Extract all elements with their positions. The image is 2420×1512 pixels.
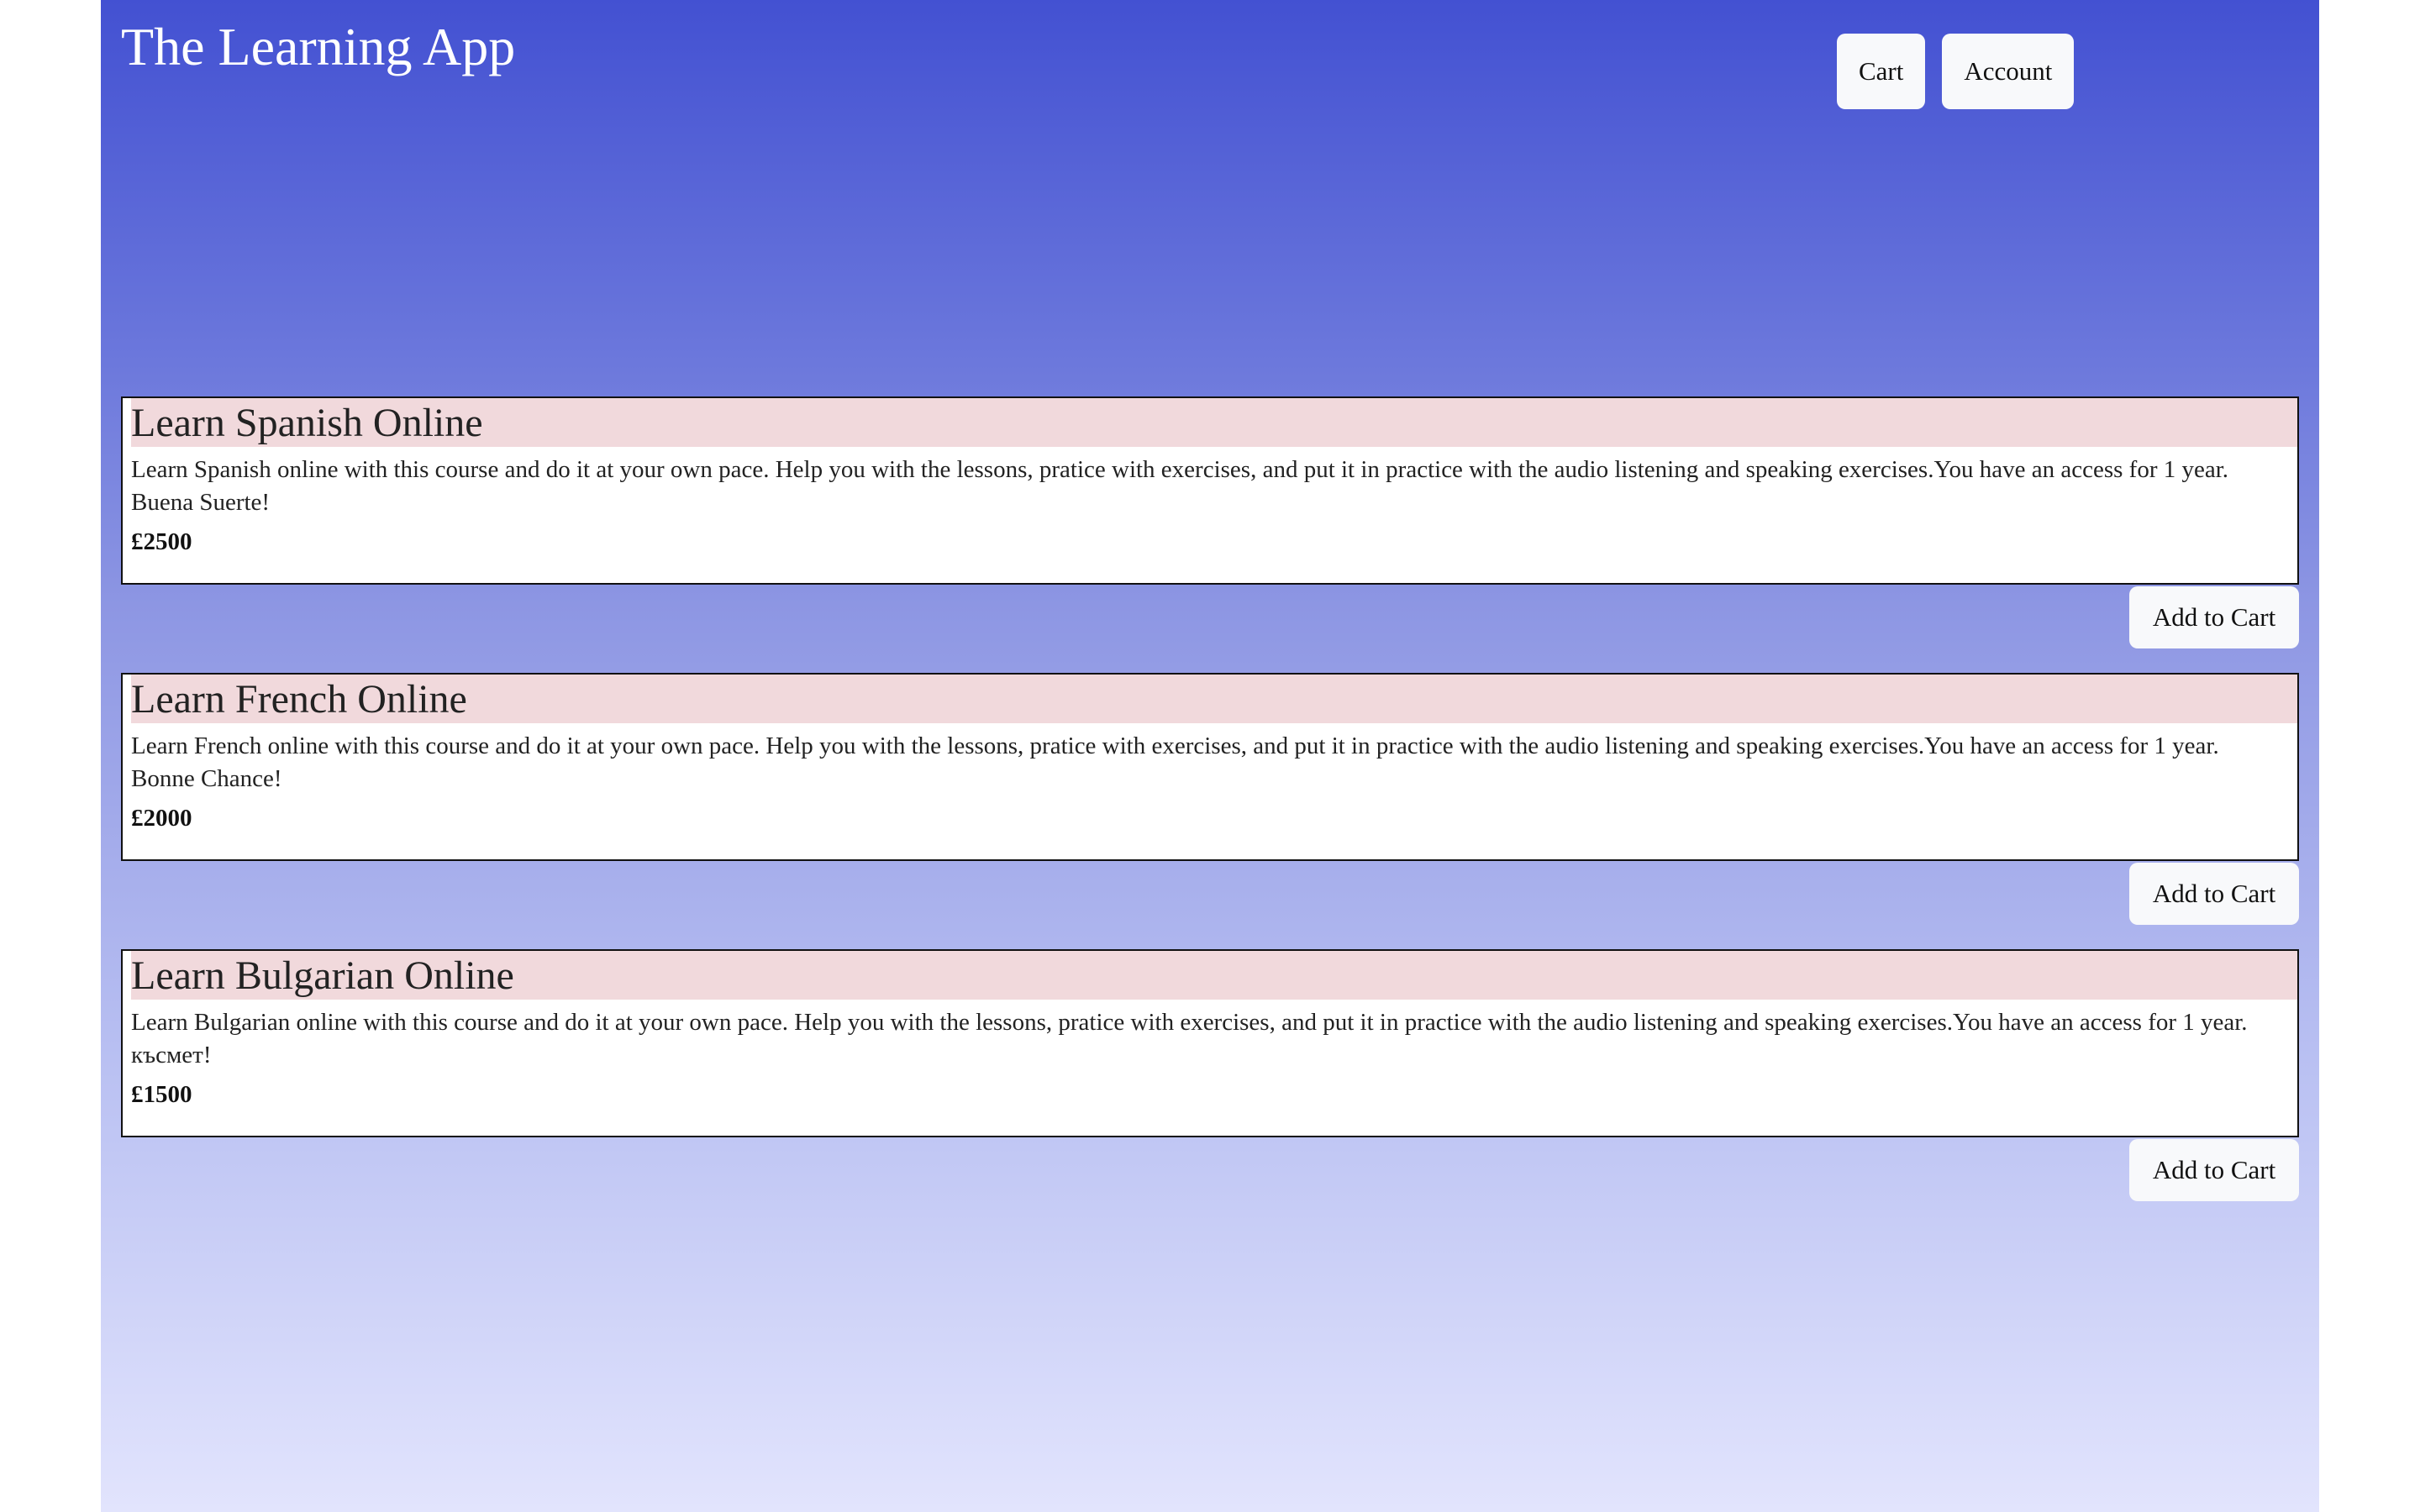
course-card: Learn Spanish Online Learn Spanish onlin… (121, 396, 2299, 585)
course-actions: Add to Cart (121, 585, 2299, 673)
course-title: Learn Bulgarian Online (131, 951, 2297, 1000)
cart-button[interactable]: Cart (1837, 34, 1926, 109)
course-list: Learn Spanish Online Learn Spanish onlin… (121, 396, 2299, 1226)
course-item-spanish: Learn Spanish Online Learn Spanish onlin… (121, 396, 2299, 673)
course-price: £2000 (131, 805, 192, 832)
course-item-french: Learn French Online Learn French online … (121, 673, 2299, 949)
course-item-bulgarian: Learn Bulgarian Online Learn Bulgarian o… (121, 949, 2299, 1226)
course-actions: Add to Cart (121, 861, 2299, 949)
course-description: Learn French online with this course and… (131, 732, 2219, 792)
course-card: Learn French Online Learn French online … (121, 673, 2299, 861)
course-description: Learn Bulgarian online with this course … (131, 1009, 2248, 1068)
app-title: The Learning App (121, 17, 516, 76)
top-nav: Cart Account (1837, 34, 2075, 109)
app-container: The Learning App Cart Account Learn Span… (101, 0, 2319, 1512)
add-to-cart-button[interactable]: Add to Cart (2129, 1139, 2299, 1201)
account-button[interactable]: Account (1942, 34, 2075, 109)
course-price: £1500 (131, 1081, 192, 1108)
course-price: £2500 (131, 528, 192, 555)
add-to-cart-button[interactable]: Add to Cart (2129, 863, 2299, 925)
course-card: Learn Bulgarian Online Learn Bulgarian o… (121, 949, 2299, 1137)
course-actions: Add to Cart (121, 1137, 2299, 1226)
course-description: Learn Spanish online with this course an… (131, 456, 2229, 516)
course-title: Learn French Online (131, 675, 2297, 723)
course-title: Learn Spanish Online (131, 398, 2297, 447)
add-to-cart-button[interactable]: Add to Cart (2129, 586, 2299, 648)
